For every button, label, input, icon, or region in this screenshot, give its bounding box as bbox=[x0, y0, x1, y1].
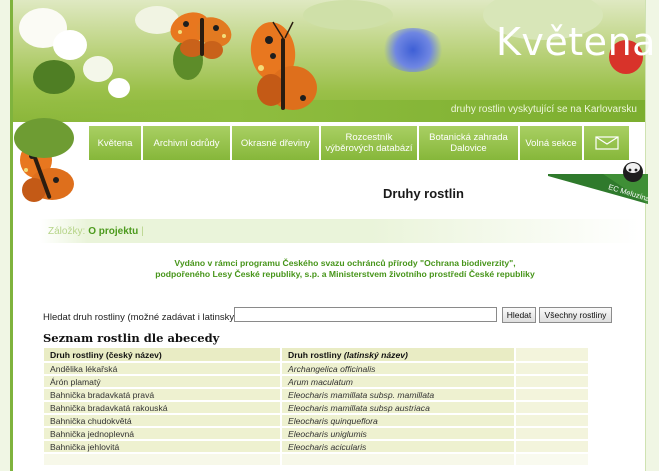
nav-item-okrasne-dreviny[interactable]: Okrasné dřeviny bbox=[232, 126, 321, 160]
plant-czech-name[interactable]: Bahnička jehlovitá bbox=[44, 441, 282, 454]
table-row[interactable]: Árón plamatý Arum maculatum bbox=[44, 376, 588, 389]
table-cell-extra bbox=[516, 376, 588, 389]
nav-item-rozcestnik[interactable]: Rozcestník výběrových databází bbox=[321, 126, 419, 160]
nav-item-kvetena[interactable]: Květena bbox=[89, 126, 143, 160]
nav-item-volna-sekce[interactable]: Volná sekce bbox=[520, 126, 584, 160]
table-row[interactable] bbox=[44, 454, 588, 467]
notice-line: podpořeného Lesy České republiky, s.p. a… bbox=[155, 269, 535, 279]
butterfly-image bbox=[250, 21, 317, 110]
cornflower-decoration bbox=[381, 28, 445, 72]
column-header-latin-italic: (latinský název) bbox=[343, 349, 408, 360]
program-notice: Vydáno v rámci programu Českého svazu oc… bbox=[130, 258, 560, 280]
plant-latin-name: Arum maculatum bbox=[282, 376, 516, 389]
blossom-decoration bbox=[108, 78, 130, 98]
plant-table: Druh rostliny (český název) Druh rostlin… bbox=[44, 348, 588, 467]
nav-item-contact[interactable] bbox=[584, 126, 629, 160]
plant-czech-name[interactable]: Bahnička bradavkatá rakouská bbox=[44, 402, 282, 415]
table-header-row: Druh rostliny (český název) Druh rostlin… bbox=[44, 348, 588, 363]
bookmarks-separator: | bbox=[141, 225, 144, 237]
table-row[interactable]: Bahnička bradavkatá rakouská Eleocharis … bbox=[44, 402, 588, 415]
table-cell-extra bbox=[516, 454, 588, 467]
table-row[interactable]: Bahnička jehlovitá Eleocharis acicularis bbox=[44, 441, 588, 454]
bookmarks-bar: Záložky: O projektu | bbox=[40, 219, 640, 243]
plant-czech-name[interactable]: Andělika lékařská bbox=[44, 363, 282, 376]
leaf-decoration bbox=[14, 118, 74, 158]
site-tagline: druhy rostlin vyskytující se na Karlovar… bbox=[450, 104, 637, 115]
nav-item-archivni-odrudy[interactable]: Archivní odrůdy bbox=[143, 126, 232, 160]
blossom-decoration bbox=[53, 30, 87, 60]
table-row[interactable]: Bahnička chudokvětá Eleocharis quinquefl… bbox=[44, 415, 588, 428]
column-header-czech: Druh rostliny (český název) bbox=[44, 348, 282, 363]
page-title: Druhy rostlin bbox=[383, 186, 464, 201]
ec-meluzina-badge[interactable]: EC Meluzína bbox=[548, 160, 648, 210]
all-plants-button[interactable]: Všechny rostliny bbox=[539, 307, 612, 323]
search-input[interactable] bbox=[234, 307, 497, 322]
plant-czech-name[interactable]: Bahnička bradavkatá pravá bbox=[44, 389, 282, 402]
blossom-decoration bbox=[83, 56, 113, 82]
main-navigation: Květena Archivní odrůdy Okrasné dřeviny … bbox=[89, 126, 629, 160]
plant-latin-name: Eleocharis mamillata subsp. mamillata bbox=[282, 389, 516, 402]
leaf-decoration bbox=[33, 60, 75, 94]
site-logo[interactable]: Květena bbox=[496, 20, 656, 64]
table-row[interactable]: Bahnička bradavkatá pravá Eleocharis mam… bbox=[44, 389, 588, 402]
plant-latin-name bbox=[282, 454, 516, 467]
column-header-extra bbox=[516, 348, 588, 363]
page-left-margin bbox=[0, 0, 10, 471]
butterfly-image bbox=[170, 12, 232, 59]
column-header-latin: Druh rostliny (latinský název) bbox=[282, 348, 516, 363]
plant-latin-name: Eleocharis acicularis bbox=[282, 441, 516, 454]
plant-latin-name: Eleocharis uniglumis bbox=[282, 428, 516, 441]
plant-list-heading: Seznam rostlin dle abecedy bbox=[43, 331, 220, 345]
plant-latin-name: Eleocharis mamillata subsp austriaca bbox=[282, 402, 516, 415]
column-header-latin-prefix: Druh rostliny bbox=[288, 349, 344, 360]
table-cell-extra bbox=[516, 441, 588, 454]
plant-czech-name[interactable]: Bahnička jednoplevná bbox=[44, 428, 282, 441]
page-right-margin bbox=[645, 0, 659, 471]
plant-latin-name: Archangelica officinalis bbox=[282, 363, 516, 376]
nav-item-botanicka-zahrada[interactable]: Botanická zahrada Dalovice bbox=[419, 126, 520, 160]
search-label: Hledat druh rostliny (možné zadávat i la… bbox=[43, 312, 240, 323]
plant-czech-name[interactable]: Árón plamatý bbox=[44, 376, 282, 389]
table-cell-extra bbox=[516, 363, 588, 376]
table-row[interactable]: Andělika lékařská Archangelica officinal… bbox=[44, 363, 588, 376]
search-button[interactable]: Hledat bbox=[502, 307, 536, 323]
plant-latin-name: Eleocharis quinqueflora bbox=[282, 415, 516, 428]
notice-line: Vydáno v rámci programu Českého svazu oc… bbox=[174, 258, 516, 268]
table-cell-extra bbox=[516, 428, 588, 441]
table-cell-extra bbox=[516, 389, 588, 402]
bookmarks-label: Záložky: bbox=[48, 225, 86, 237]
bookmark-link-o-projektu[interactable]: O projektu bbox=[88, 226, 138, 237]
table-cell-extra bbox=[516, 415, 588, 428]
plant-czech-name[interactable]: Bahnička chudokvětá bbox=[44, 415, 282, 428]
plant-czech-name[interactable] bbox=[44, 454, 282, 467]
envelope-icon bbox=[594, 136, 619, 150]
table-cell-extra bbox=[516, 402, 588, 415]
table-row[interactable]: Bahnička jednoplevná Eleocharis uniglumi… bbox=[44, 428, 588, 441]
